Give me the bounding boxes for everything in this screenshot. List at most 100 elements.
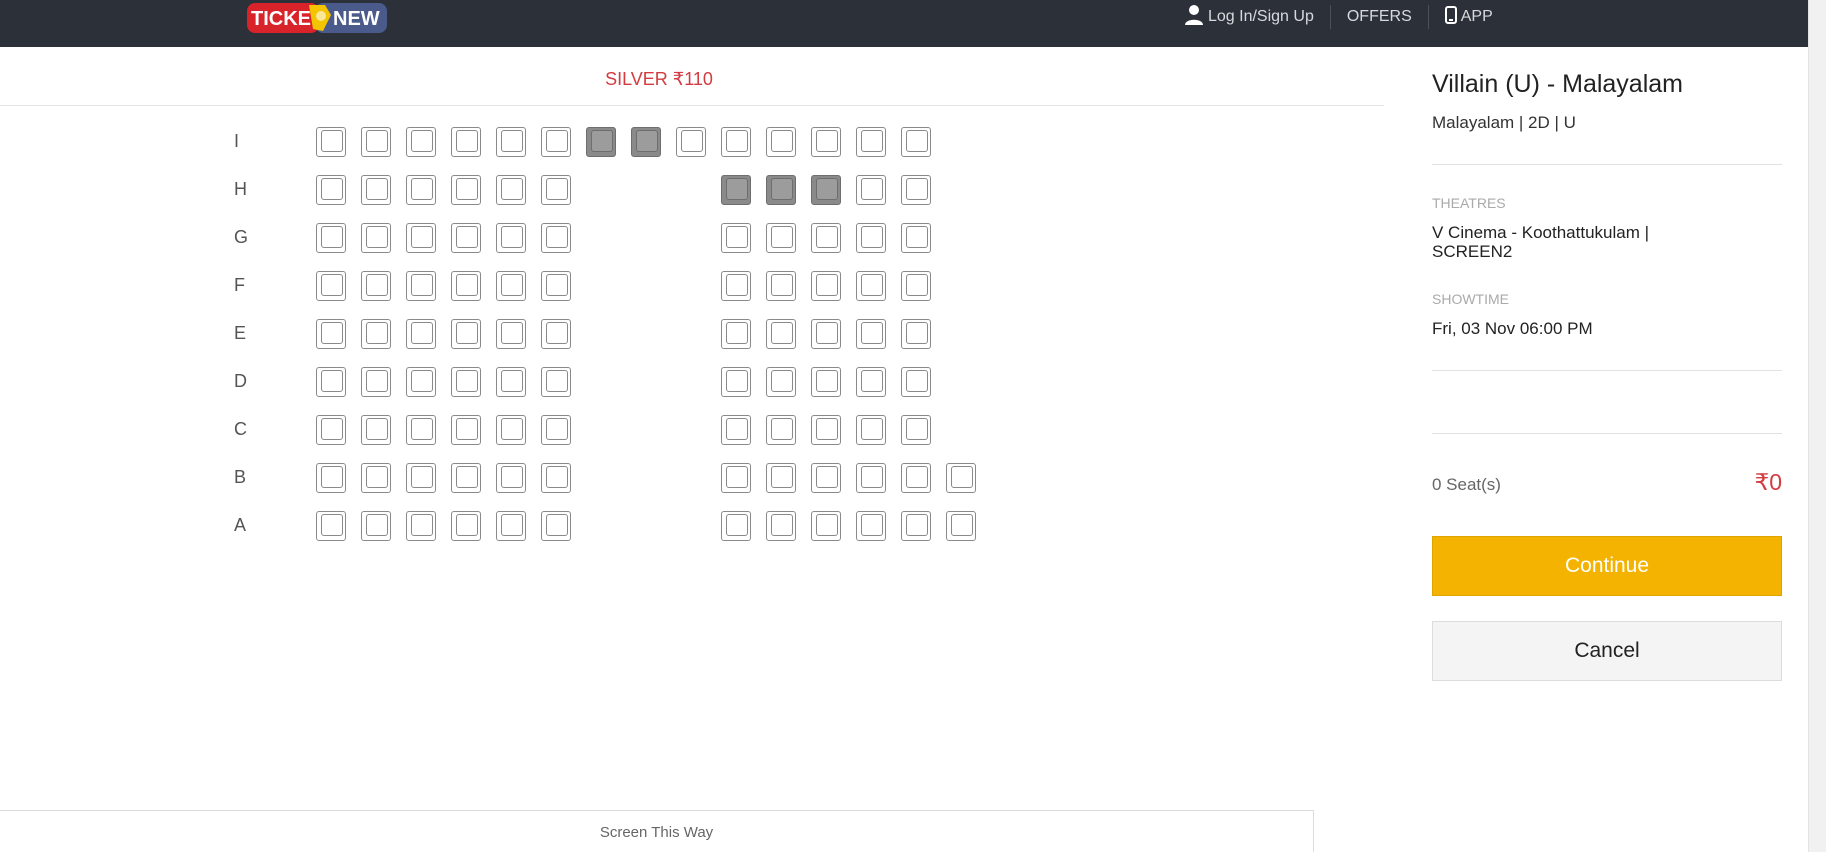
seat-available[interactable] (541, 271, 571, 301)
ticketnew-logo[interactable]: TICKE NEW (247, 1, 387, 35)
seat-available[interactable] (496, 223, 526, 253)
seat-available[interactable] (811, 319, 841, 349)
seat-available[interactable] (901, 511, 931, 541)
seat-available[interactable] (541, 319, 571, 349)
seat-available[interactable] (721, 511, 751, 541)
seat-available[interactable] (721, 415, 751, 445)
seat-available[interactable] (856, 319, 886, 349)
seat-available[interactable] (316, 175, 346, 205)
seat-available[interactable] (856, 223, 886, 253)
seat-available[interactable] (856, 175, 886, 205)
seat-available[interactable] (451, 175, 481, 205)
seat-available[interactable] (406, 511, 436, 541)
seat-available[interactable] (901, 175, 931, 205)
seat-available[interactable] (946, 463, 976, 493)
seat-available[interactable] (316, 367, 346, 397)
seat-available[interactable] (901, 463, 931, 493)
seat-available[interactable] (766, 463, 796, 493)
seat-available[interactable] (721, 319, 751, 349)
seat-available[interactable] (811, 367, 841, 397)
seat-available[interactable] (721, 223, 751, 253)
seat-available[interactable] (766, 415, 796, 445)
seat-available[interactable] (361, 511, 391, 541)
seat-available[interactable] (316, 127, 346, 157)
seat-available[interactable] (496, 463, 526, 493)
seat-available[interactable] (361, 175, 391, 205)
seat-available[interactable] (766, 271, 796, 301)
seat-available[interactable] (766, 319, 796, 349)
seat-available[interactable] (541, 223, 571, 253)
seat-available[interactable] (901, 271, 931, 301)
seat-available[interactable] (316, 415, 346, 445)
seat-available[interactable] (901, 127, 931, 157)
seat-available[interactable] (451, 463, 481, 493)
seat-available[interactable] (451, 271, 481, 301)
seat-available[interactable] (361, 223, 391, 253)
seat-available[interactable] (361, 271, 391, 301)
continue-button[interactable]: Continue (1432, 536, 1782, 596)
seat-available[interactable] (901, 415, 931, 445)
seat-available[interactable] (901, 319, 931, 349)
seat-available[interactable] (451, 511, 481, 541)
seat-available[interactable] (406, 223, 436, 253)
seat-available[interactable] (766, 127, 796, 157)
seat-available[interactable] (946, 511, 976, 541)
seat-available[interactable] (676, 127, 706, 157)
seat-available[interactable] (766, 367, 796, 397)
seat-available[interactable] (316, 223, 346, 253)
seat-available[interactable] (901, 367, 931, 397)
seat-available[interactable] (811, 271, 841, 301)
seat-available[interactable] (451, 415, 481, 445)
seat-available[interactable] (496, 271, 526, 301)
seat-available[interactable] (361, 463, 391, 493)
seat-available[interactable] (811, 511, 841, 541)
seat-available[interactable] (496, 175, 526, 205)
seat-available[interactable] (721, 463, 751, 493)
seat-available[interactable] (406, 367, 436, 397)
seat-available[interactable] (496, 319, 526, 349)
seat-available[interactable] (856, 127, 886, 157)
seat-available[interactable] (316, 271, 346, 301)
seat-available[interactable] (406, 319, 436, 349)
seat-available[interactable] (541, 175, 571, 205)
app-link[interactable]: APP (1429, 0, 1509, 34)
seat-available[interactable] (406, 271, 436, 301)
page-scrollbar[interactable] (1808, 0, 1826, 852)
seat-available[interactable] (361, 367, 391, 397)
seat-available[interactable] (856, 271, 886, 301)
seat-available[interactable] (541, 415, 571, 445)
seat-available[interactable] (406, 463, 436, 493)
seat-available[interactable] (316, 463, 346, 493)
seat-available[interactable] (901, 223, 931, 253)
login-signup-link[interactable]: Log In/Sign Up (1168, 0, 1330, 34)
seat-available[interactable] (451, 127, 481, 157)
seat-available[interactable] (451, 319, 481, 349)
seat-available[interactable] (496, 367, 526, 397)
seat-available[interactable] (856, 463, 886, 493)
seat-available[interactable] (811, 223, 841, 253)
seat-available[interactable] (541, 367, 571, 397)
seat-available[interactable] (721, 367, 751, 397)
seat-available[interactable] (766, 223, 796, 253)
cancel-button[interactable]: Cancel (1432, 621, 1782, 681)
seat-available[interactable] (451, 367, 481, 397)
seat-available[interactable] (361, 127, 391, 157)
seat-available[interactable] (361, 319, 391, 349)
seat-available[interactable] (811, 463, 841, 493)
seat-available[interactable] (496, 127, 526, 157)
seat-available[interactable] (811, 415, 841, 445)
seat-available[interactable] (406, 415, 436, 445)
seat-available[interactable] (406, 127, 436, 157)
seat-available[interactable] (811, 127, 841, 157)
offers-link[interactable]: OFFERS (1331, 0, 1428, 34)
seat-available[interactable] (406, 175, 436, 205)
seat-available[interactable] (856, 511, 886, 541)
seat-available[interactable] (541, 511, 571, 541)
seat-available[interactable] (496, 511, 526, 541)
seat-available[interactable] (856, 415, 886, 445)
seat-available[interactable] (856, 367, 886, 397)
seat-available[interactable] (496, 415, 526, 445)
seat-available[interactable] (541, 463, 571, 493)
seat-available[interactable] (721, 271, 751, 301)
seat-available[interactable] (451, 223, 481, 253)
